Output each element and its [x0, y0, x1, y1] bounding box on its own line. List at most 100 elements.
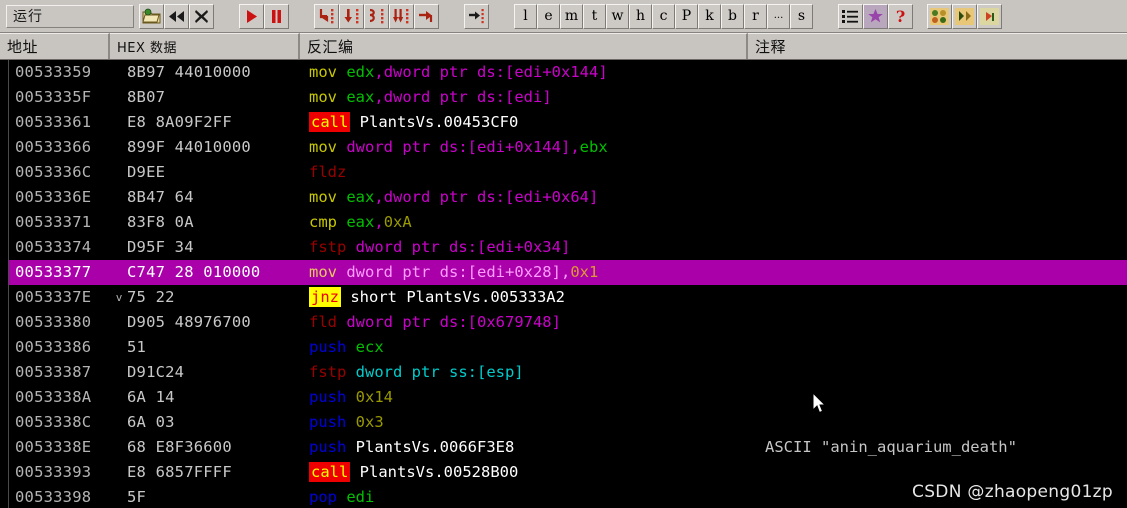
run-to-cursor-button[interactable] [464, 3, 489, 29]
disassembly-row[interactable]: 0053338E 68 E8F36600 push PlantsVs.0066F3E… [9, 435, 1127, 460]
row-address: 0053338A [15, 388, 92, 406]
references-button[interactable]: r [744, 3, 767, 29]
row-disassembly: push 0x3 [309, 410, 757, 435]
row-disassembly: push 0x14 [309, 385, 757, 410]
patches-button[interactable]: P [675, 3, 698, 29]
disassembly-row[interactable]: 00533366 899F 44010000 mov dword ptr ds:[e… [9, 135, 1127, 160]
plugin-button-1[interactable] [927, 3, 952, 29]
windows-button[interactable]: w [606, 3, 629, 29]
restart-button[interactable] [164, 3, 189, 29]
call-stack-button[interactable]: k [698, 3, 721, 29]
more-windows-button[interactable]: ... [767, 3, 790, 29]
asm-token [337, 138, 346, 156]
trace-into-button[interactable] [364, 3, 389, 29]
plugin-button-3[interactable] [977, 3, 1002, 29]
execute-till-return-button[interactable] [414, 3, 439, 29]
windows-label: w [611, 8, 624, 24]
disassembly-row[interactable]: 0053336E 8B47 64 mov eax,dword ptr ds:[edi… [9, 185, 1127, 210]
disassembly-row[interactable]: 0053338A 6A 14 push 0x14 [9, 385, 1127, 410]
asm-token: edx [346, 63, 375, 81]
executable-modules-button[interactable]: e [537, 3, 560, 29]
row-address: 00533387 [15, 363, 92, 381]
toolbar-spacer-1 [214, 4, 239, 29]
step-into-button[interactable] [314, 3, 339, 29]
row-hex: 75 22 [127, 288, 175, 306]
threads-button[interactable]: t [583, 3, 606, 29]
asm-token: call [309, 462, 351, 482]
disassembly-row[interactable]: 00533371 83F8 0A cmp eax,0xA [9, 210, 1127, 235]
row-address: 00533380 [15, 313, 92, 331]
status-label: 运行 [13, 9, 43, 25]
asm-token: dword ptr ss:[esp] [355, 363, 524, 381]
trace-into-icon [369, 8, 383, 24]
help-button[interactable]: ? [888, 3, 913, 29]
asm-token: 0x1 [570, 263, 599, 281]
disassembly-row[interactable]: 0053335F 8B07 mov eax,dword ptr ds:[edi] [9, 85, 1127, 110]
disassembly-row[interactable]: 00533380 D905 48976700 fld dword ptr ds:[0… [9, 310, 1127, 335]
asm-token: dword ptr ds:[edi+0x144] [383, 63, 608, 81]
source-button[interactable]: s [790, 3, 813, 29]
patch-window-button[interactable] [863, 3, 888, 29]
row-address: 00533398 [15, 488, 92, 506]
disassembly-row[interactable]: 0053337E v 75 22 jnz short PlantsVs.005333A… [9, 285, 1127, 310]
row-disassembly: mov dword ptr ds:[edi+0x28],0x1 [309, 260, 757, 285]
column-header-disassembly[interactable]: 反汇编 [300, 33, 748, 59]
asm-token: 0x14 [355, 388, 393, 406]
row-hex: D905 48976700 [127, 313, 251, 331]
asm-token [337, 263, 346, 281]
disassembly-row[interactable]: 00533374 D95F 34 fstp dword ptr ds:[edi+0x… [9, 235, 1127, 260]
step-into-icon [319, 9, 333, 24]
log-window-button[interactable]: l [514, 3, 537, 29]
row-disassembly: call PlantsVs.00453CF0 [309, 110, 757, 135]
disassembly-row[interactable]: 00533377 C747 28 010000 mov dword ptr ds:[… [9, 260, 1127, 285]
handles-button[interactable]: h [629, 3, 652, 29]
asm-token: mov [309, 263, 337, 281]
plugin-icon-1 [930, 7, 949, 25]
memory-map-label: m [564, 8, 579, 24]
breakpoints-button[interactable]: b [721, 3, 744, 29]
cpu-button[interactable]: c [652, 3, 675, 29]
disassembly-row[interactable]: 00533359 8B97 44010000 mov edx,dword ptr d… [9, 60, 1127, 85]
asm-token [337, 488, 346, 506]
close-program-button[interactable] [189, 3, 214, 29]
run-button[interactable] [239, 3, 264, 29]
step-over-button[interactable] [339, 3, 364, 29]
options-list-button[interactable] [838, 3, 863, 29]
disassembly-row[interactable]: 0053338C 6A 03 push 0x3 [9, 410, 1127, 435]
row-address: 00533374 [15, 238, 92, 256]
asm-token [337, 63, 346, 81]
open-file-button[interactable] [139, 3, 164, 29]
row-disassembly: fstp dword ptr ss:[esp] [309, 360, 757, 385]
close-icon [195, 9, 208, 23]
asm-token: dword ptr ds:[edi+0x144] [346, 138, 571, 156]
column-header-comment[interactable]: 注释 [748, 33, 1127, 59]
disassembly-row[interactable]: 0053336C D9EE fldz [9, 160, 1127, 185]
disassembly-row[interactable]: 00533387 D91C24 fstp dword ptr ss:[esp] [9, 360, 1127, 385]
asm-token [341, 288, 350, 306]
row-disassembly: cmp eax,0xA [309, 210, 757, 235]
patch-icon [868, 8, 883, 22]
pause-icon [272, 9, 281, 23]
asm-token [350, 113, 359, 131]
ollydbg-window: 运行 l e m t w h c P k b r ... s ? 地址 HEX … [0, 0, 1127, 508]
pause-button[interactable] [264, 3, 289, 29]
asm-token: push [309, 438, 347, 456]
memory-map-button[interactable]: m [560, 3, 583, 29]
asm-token: 0xA [383, 213, 412, 231]
asm-token [350, 463, 359, 481]
plugin-icon-3 [980, 7, 999, 25]
row-disassembly: mov eax,dword ptr ds:[edi+0x64] [309, 185, 757, 210]
row-address: 0053337E [15, 288, 92, 306]
trace-over-button[interactable] [389, 3, 414, 29]
column-header-address[interactable]: 地址 [0, 33, 110, 59]
row-hex: 8B47 64 [127, 188, 194, 206]
row-disassembly: fstp dword ptr ds:[edi+0x34] [309, 235, 757, 260]
disassembly-row[interactable]: 00533361 E8 8A09F2FF call PlantsVs.00453CF… [9, 110, 1127, 135]
row-hex: D95F 34 [127, 238, 194, 256]
row-disassembly: push ecx [309, 335, 757, 360]
asm-token [337, 88, 346, 106]
disassembly-row[interactable]: 00533386 51 push ecx [9, 335, 1127, 360]
column-header-hex[interactable]: HEX 数据 [110, 33, 300, 59]
cpu-label: c [659, 8, 668, 24]
plugin-button-2[interactable] [952, 3, 977, 29]
